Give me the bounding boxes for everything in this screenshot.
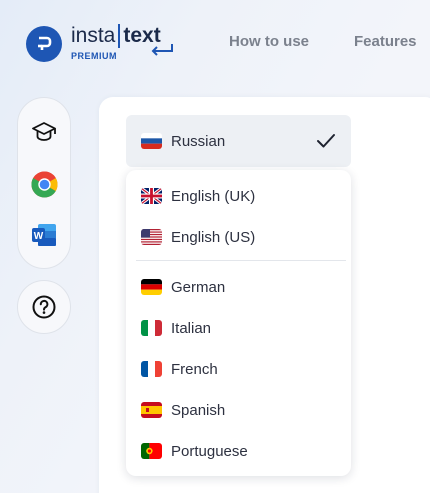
flag-russia-icon — [141, 133, 162, 149]
flag-germany-icon — [141, 279, 162, 295]
top-header: insta text PREMIUM How to use Features — [0, 0, 430, 90]
selected-language-label: Russian — [171, 132, 226, 150]
option-portuguese[interactable]: Portuguese — [126, 433, 351, 469]
word-icon[interactable]: W — [30, 221, 58, 249]
logo-badge-icon — [26, 26, 62, 62]
question-circle-icon — [32, 295, 56, 319]
dropdown-divider — [136, 260, 346, 261]
option-italian[interactable]: Italian — [126, 310, 351, 346]
graduation-cap-icon[interactable] — [30, 118, 58, 146]
svg-text:W: W — [34, 231, 44, 242]
help-button[interactable] — [17, 280, 71, 334]
sidebar-tools: W — [17, 97, 71, 269]
logo-cursor — [118, 24, 121, 48]
nav-how-to-use[interactable]: How to use — [229, 33, 309, 50]
option-french[interactable]: French — [126, 351, 351, 387]
flag-us-icon — [141, 229, 162, 245]
option-label: Spanish — [171, 401, 226, 419]
flag-spain-icon — [141, 402, 162, 418]
flag-italy-icon — [141, 320, 162, 336]
language-select-button[interactable]: Russian — [126, 115, 351, 167]
option-label: French — [171, 360, 218, 378]
logo-wordmark: insta text PREMIUM — [71, 24, 173, 64]
nav-features[interactable]: Features — [354, 33, 417, 50]
option-english-us[interactable]: English (US) — [126, 219, 351, 255]
option-label: Portuguese — [171, 442, 248, 460]
option-german[interactable]: German — [126, 269, 351, 305]
logo-word-insta: insta — [71, 24, 116, 47]
option-spanish[interactable]: Spanish — [126, 392, 351, 428]
language-dropdown: English (UK) English (US) German Italian… — [126, 170, 351, 476]
logo-swap-arrow-icon — [151, 44, 173, 56]
flag-uk-icon — [141, 188, 162, 204]
option-english-uk[interactable]: English (UK) — [126, 178, 351, 214]
flag-portugal-icon — [141, 443, 162, 459]
logo-premium-badge: PREMIUM — [71, 51, 117, 61]
chrome-icon[interactable] — [30, 170, 58, 198]
option-label: English (UK) — [171, 187, 256, 205]
option-label: Italian — [171, 319, 212, 337]
option-label: English (US) — [171, 228, 256, 246]
instatext-logo[interactable]: insta text PREMIUM — [26, 24, 173, 64]
flag-france-icon — [141, 361, 162, 377]
option-label: German — [171, 278, 226, 296]
checkmark-icon — [317, 134, 335, 148]
